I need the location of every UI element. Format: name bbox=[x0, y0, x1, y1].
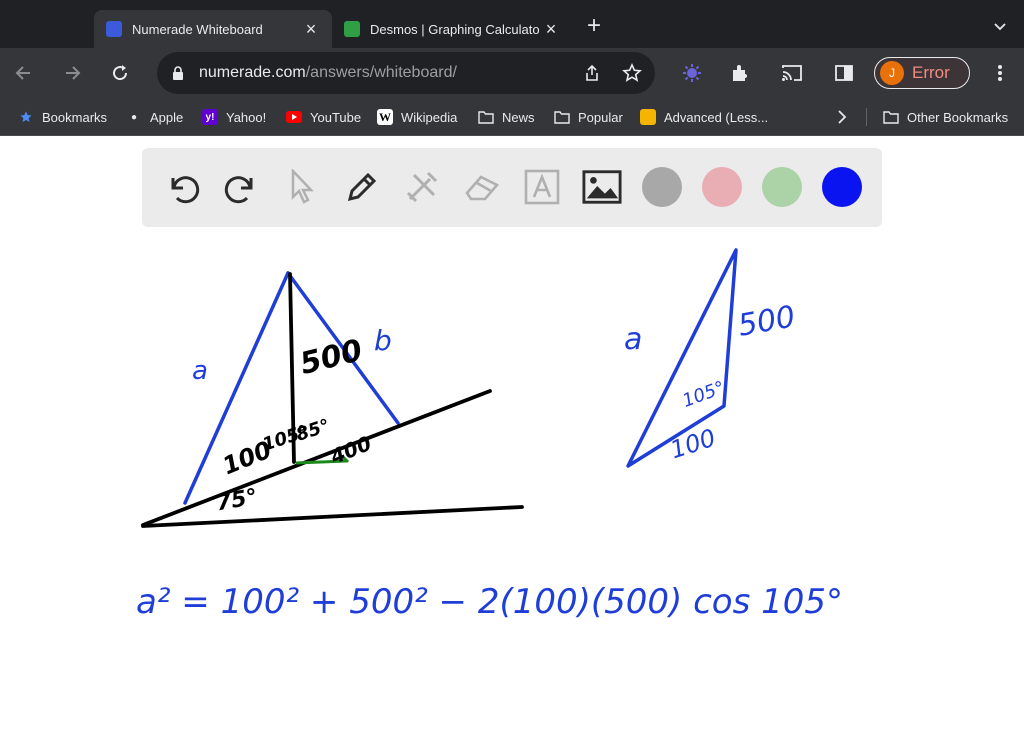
bookmark-item[interactable]: ● Apple bbox=[126, 108, 183, 126]
star-icon bbox=[18, 109, 34, 125]
black-slope-line bbox=[141, 389, 492, 527]
folder-icon bbox=[883, 109, 899, 125]
close-tab-icon[interactable]: × bbox=[302, 19, 320, 39]
law-of-cosines-equation: a² = 100² + 500² − 2(100)(500) cos 105° bbox=[136, 582, 844, 622]
bookmark-label: Wikipedia bbox=[401, 109, 458, 125]
tab-numerade-whiteboard[interactable]: Numerade Whiteboard × bbox=[94, 10, 332, 48]
bookmark-label: News bbox=[502, 109, 535, 125]
close-tab-icon[interactable]: × bbox=[542, 19, 560, 39]
tab-search-chevron-icon[interactable] bbox=[992, 18, 1008, 34]
avatar: J bbox=[880, 61, 904, 85]
new-tab-icon[interactable]: + bbox=[582, 14, 606, 38]
wikipedia-icon: W bbox=[377, 109, 393, 125]
black-strokes bbox=[141, 272, 524, 528]
cast-icon[interactable] bbox=[778, 59, 806, 87]
browser-toolbar: numerade.com/answers/whiteboard/ J Error bbox=[0, 48, 1024, 98]
desmos-favicon-icon bbox=[344, 21, 360, 37]
address-bar[interactable]: numerade.com/answers/whiteboard/ bbox=[157, 52, 655, 94]
bookmark-star-icon[interactable] bbox=[621, 62, 643, 84]
extensions-icon[interactable] bbox=[726, 59, 754, 87]
bookmark-item[interactable]: W Wikipedia bbox=[377, 108, 457, 126]
tab-title: Desmos | Graphing Calculato bbox=[370, 21, 540, 37]
bookmark-label: Popular bbox=[578, 109, 623, 125]
black-base-line bbox=[141, 505, 524, 528]
bookmarks-bar: Bookmarks ● Apple y! Yahoo! YouTube W Wi… bbox=[0, 98, 1024, 136]
url-path: /answers/whiteboard/ bbox=[305, 64, 457, 81]
back-icon[interactable] bbox=[10, 59, 38, 87]
bookmark-label: Advanced (Less... bbox=[664, 109, 769, 125]
profile-status: Error bbox=[912, 63, 950, 82]
bookmark-label: YouTube bbox=[310, 109, 362, 125]
label-a-right: a bbox=[624, 322, 643, 357]
label-b: b bbox=[374, 324, 392, 357]
label-a-left: a bbox=[192, 356, 208, 386]
yahoo-icon: y! bbox=[202, 109, 218, 125]
extension-puzzle-icon[interactable] bbox=[678, 59, 706, 87]
other-bookmarks[interactable]: Other Bookmarks bbox=[866, 108, 1008, 126]
numerade-favicon-icon bbox=[106, 21, 122, 37]
bookmark-item[interactable]: YouTube bbox=[286, 108, 361, 126]
forward-icon[interactable] bbox=[58, 59, 86, 87]
bookmark-icon bbox=[640, 109, 656, 125]
tab-title: Numerade Whiteboard bbox=[132, 21, 263, 37]
profile-button[interactable]: J Error bbox=[874, 57, 970, 89]
reload-icon[interactable] bbox=[106, 59, 134, 87]
drawing-layer bbox=[141, 248, 738, 528]
bookmark-item[interactable]: Bookmarks bbox=[18, 108, 107, 126]
sidebar-icon[interactable] bbox=[830, 59, 858, 87]
bookmark-label: Apple bbox=[150, 109, 184, 125]
share-icon[interactable] bbox=[581, 62, 603, 84]
folder-icon bbox=[478, 109, 494, 125]
menu-kebab-icon[interactable] bbox=[986, 59, 1014, 87]
tab-desmos[interactable]: Desmos | Graphing Calculato × bbox=[332, 10, 572, 48]
folder-icon bbox=[554, 109, 570, 125]
lock-icon bbox=[173, 66, 183, 80]
bookmark-label: Other Bookmarks bbox=[907, 109, 1009, 125]
url-host: numerade.com bbox=[199, 64, 306, 81]
bookmark-item[interactable]: y! Yahoo! bbox=[202, 108, 266, 126]
bookmark-item[interactable]: News bbox=[478, 108, 535, 126]
tab-strip: Numerade Whiteboard × Desmos | Graphing … bbox=[0, 0, 1024, 48]
bookmark-label: Bookmarks bbox=[42, 109, 108, 125]
whiteboard-canvas[interactable]: a 500 b 100 105° 85° 75° 400 a 500 105° … bbox=[0, 138, 1024, 742]
bookmark-label: Yahoo! bbox=[226, 109, 267, 125]
youtube-icon bbox=[286, 109, 302, 125]
more-bookmarks-chevron-icon[interactable] bbox=[836, 108, 848, 126]
url-text: numerade.com/answers/whiteboard/ bbox=[199, 64, 457, 82]
apple-icon: ● bbox=[130, 111, 138, 123]
blue-strokes bbox=[183, 248, 738, 505]
bookmark-item[interactable]: Advanced (Less... bbox=[640, 108, 768, 126]
bookmark-item[interactable]: Popular bbox=[554, 108, 623, 126]
